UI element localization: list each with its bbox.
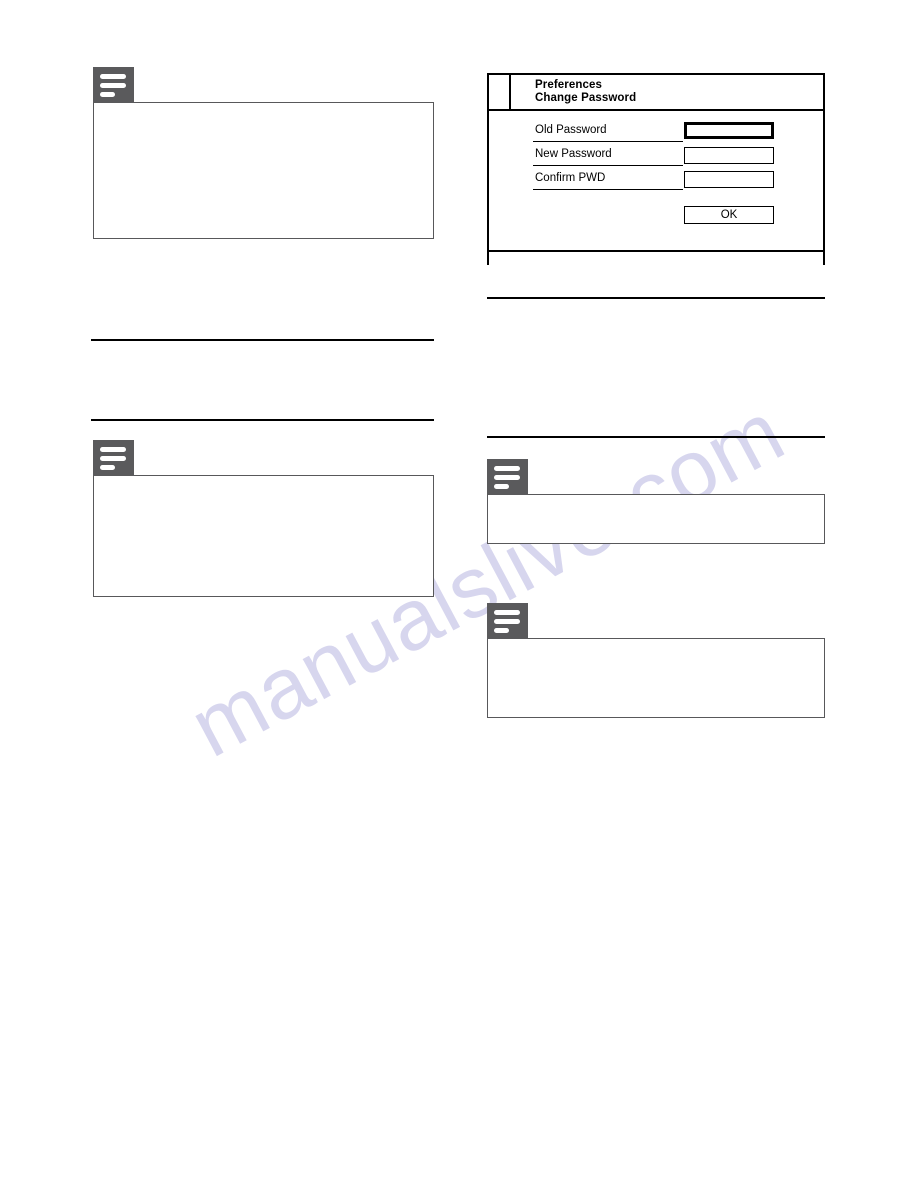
note-icon-bar-2 bbox=[100, 455, 126, 461]
note-icon-bar-3 bbox=[494, 483, 509, 489]
note-body-right-middle bbox=[487, 494, 825, 544]
confirm-password-label: Confirm PWD bbox=[533, 168, 683, 190]
osd-change-password-dialog: Preferences Change Password Old Password… bbox=[487, 73, 825, 266]
confirm-password-input[interactable] bbox=[684, 171, 774, 188]
note-lines-icon bbox=[487, 459, 528, 495]
new-password-input[interactable] bbox=[684, 147, 774, 164]
note-body-left-bottom bbox=[93, 475, 434, 597]
note-lines-icon bbox=[93, 440, 134, 476]
note-icon-bar-3 bbox=[100, 464, 115, 470]
rule-right-lower bbox=[487, 436, 825, 438]
note-icon-bar-2 bbox=[494, 618, 520, 624]
note-body-right-bottom bbox=[487, 638, 825, 718]
osd-status-bar bbox=[489, 250, 823, 266]
osd-title-line2: Change Password bbox=[535, 91, 637, 104]
note-icon-bar-2 bbox=[100, 82, 126, 88]
note-box-right-middle bbox=[487, 459, 825, 544]
note-box-right-bottom bbox=[487, 603, 825, 718]
osd-main-area: Old Password New Password Confirm PWD OK bbox=[489, 111, 823, 250]
note-lines-icon bbox=[93, 67, 134, 103]
osd-title-divider bbox=[509, 75, 511, 109]
note-icon-bar-1 bbox=[100, 73, 126, 79]
note-icon-bar-1 bbox=[100, 446, 126, 452]
note-icon-bar-3 bbox=[494, 627, 509, 633]
note-icon-bar-2 bbox=[494, 474, 520, 480]
note-lines-icon bbox=[487, 603, 528, 639]
note-icon-bar-1 bbox=[494, 609, 520, 615]
rule-left-lower bbox=[91, 419, 434, 421]
ok-button[interactable]: OK bbox=[684, 206, 774, 224]
osd-title-bar: Preferences Change Password bbox=[489, 75, 823, 111]
note-body-left-top bbox=[93, 102, 434, 239]
rule-right-upper bbox=[487, 297, 825, 299]
rule-left-upper bbox=[91, 339, 434, 341]
note-icon-bar-1 bbox=[494, 465, 520, 471]
note-box-left-top bbox=[93, 67, 434, 239]
new-password-label: New Password bbox=[533, 144, 683, 166]
note-icon-bar-3 bbox=[100, 91, 115, 97]
osd-title-text: Preferences Change Password bbox=[535, 79, 636, 104]
old-password-input[interactable] bbox=[684, 122, 774, 139]
old-password-label: Old Password bbox=[533, 120, 683, 142]
note-box-left-bottom bbox=[93, 440, 434, 597]
osd-title-line1: Preferences bbox=[535, 79, 602, 91]
manual-page: manualslive.com Preferences Change Passw bbox=[0, 0, 918, 1188]
